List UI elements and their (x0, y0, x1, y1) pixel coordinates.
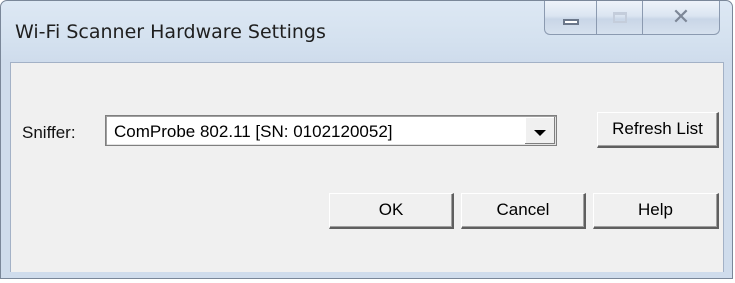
cancel-button[interactable]: Cancel (461, 193, 586, 229)
help-button[interactable]: Help (593, 193, 719, 229)
ok-button[interactable]: OK (329, 193, 454, 229)
sniffer-dropdown-button[interactable] (524, 117, 555, 144)
close-button[interactable]: ✕ (642, 1, 720, 35)
maximize-button (596, 1, 642, 35)
window-title: Wi-Fi Scanner Hardware Settings (15, 21, 326, 43)
maximize-icon (612, 12, 627, 23)
dialog-window: Wi-Fi Scanner Hardware Settings ✕ Sniffe… (0, 0, 733, 279)
close-icon: ✕ (671, 4, 691, 30)
refresh-list-button[interactable]: Refresh List (597, 112, 719, 148)
minimize-button[interactable] (544, 1, 596, 35)
title-bar[interactable]: Wi-Fi Scanner Hardware Settings ✕ (1, 1, 732, 61)
minimize-icon (562, 18, 579, 25)
sniffer-dropdown[interactable]: ComProbe 802.11 [SN: 0102120052] (105, 115, 557, 146)
dialog-client-area: Sniffer: ComProbe 802.11 [SN: 0102120052… (10, 62, 724, 272)
dropdown-arrow-icon (534, 129, 546, 136)
caption-buttons: ✕ (544, 1, 720, 35)
sniffer-label: Sniffer: (22, 123, 76, 142)
sniffer-dropdown-value: ComProbe 802.11 [SN: 0102120052] (114, 122, 393, 141)
